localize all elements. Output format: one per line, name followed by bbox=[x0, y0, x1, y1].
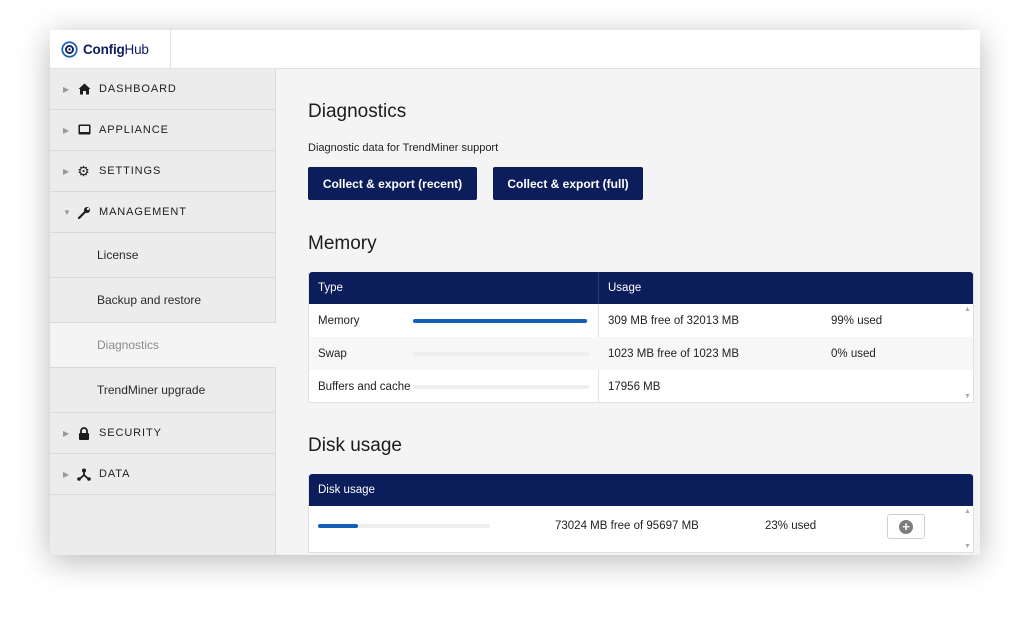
expand-button[interactable]: + bbox=[887, 514, 925, 539]
sidebar-subitem-trendminer-upgrade[interactable]: TrendMiner upgrade bbox=[50, 368, 275, 413]
lock-icon bbox=[77, 426, 91, 440]
brand-logo-link[interactable]: ConfigHub bbox=[50, 30, 171, 68]
plus-circle-icon: + bbox=[899, 519, 913, 534]
column-header-disk-usage: Disk usage bbox=[318, 484, 375, 496]
row-usage: 309 MB free of 32013 MB bbox=[608, 314, 740, 327]
diagnostics-title: Diagnostics bbox=[308, 101, 407, 122]
row-type: Memory bbox=[318, 314, 360, 327]
sidebar-item-dashboard[interactable]: ▶ DASHBOARD bbox=[50, 69, 275, 110]
disk-usage-title: Disk usage bbox=[308, 435, 402, 456]
sidebar-item-security[interactable]: ▶ SECURITY bbox=[50, 413, 275, 454]
scroll-down-icon[interactable]: ▼ bbox=[964, 393, 971, 400]
sidebar-item-label: APPLIANCE bbox=[99, 124, 169, 136]
usage-bar bbox=[413, 351, 589, 356]
row-type: Buffers and cache bbox=[318, 380, 411, 393]
sidebar-subitem-diagnostics[interactable]: Diagnostics bbox=[50, 323, 276, 368]
disk-usage-text: 73024 MB free of 95697 MB bbox=[555, 520, 699, 532]
brand-name: ConfigHub bbox=[83, 41, 149, 57]
sidebar-item-management[interactable]: ▼ MANAGEMENT bbox=[50, 192, 275, 233]
table-row: Memory 309 MB free of 32013 MB 99% used bbox=[309, 304, 973, 337]
sidebar-subitem-label: Diagnostics bbox=[97, 338, 160, 352]
disk-usage-table: Disk usage 73024 MB free of 95697 MB 23%… bbox=[308, 474, 974, 553]
caret-right-icon: ▶ bbox=[63, 428, 71, 438]
main-content: Diagnostics Diagnostic data for TrendMin… bbox=[276, 69, 980, 555]
row-percent: 99% used bbox=[831, 314, 883, 327]
collect-export-full-button[interactable]: Collect & export (full) bbox=[493, 167, 643, 200]
memory-table: Type Usage Memory 309 MB free of 32013 M… bbox=[308, 272, 974, 403]
scroll-down-icon[interactable]: ▼ bbox=[964, 543, 971, 550]
sidebar-item-appliance[interactable]: ▶ APPLIANCE bbox=[50, 110, 275, 151]
usage-bar bbox=[413, 318, 589, 323]
row-type: Swap bbox=[318, 347, 347, 360]
confighub-logo-icon bbox=[61, 40, 78, 58]
usage-bar bbox=[413, 384, 589, 389]
sidebar-subitem-label: Backup and restore bbox=[97, 293, 202, 307]
disk-usage-table-header: Disk usage bbox=[309, 474, 973, 506]
column-header-type: Type bbox=[318, 282, 343, 294]
sidebar-item-label: DATA bbox=[99, 468, 131, 480]
sidebar-item-data[interactable]: ▶ DATA bbox=[50, 454, 275, 495]
caret-down-icon: ▼ bbox=[63, 207, 72, 217]
memory-table-header: Type Usage bbox=[309, 272, 973, 304]
sidebar-subitem-label: License bbox=[97, 248, 139, 262]
row-percent: 0% used bbox=[831, 347, 876, 360]
sidebar-subitem-backup-and-restore[interactable]: Backup and restore bbox=[50, 278, 275, 323]
column-header-usage: Usage bbox=[608, 282, 642, 294]
sidebar-item-label: SECURITY bbox=[99, 427, 162, 439]
row-usage: 17956 MB bbox=[608, 380, 661, 393]
table-row: Swap 1023 MB free of 1023 MB 0% used bbox=[309, 337, 973, 370]
scroll-up-icon[interactable]: ▲ bbox=[964, 306, 971, 313]
caret-right-icon: ▶ bbox=[63, 84, 71, 94]
usage-bar-fill bbox=[413, 318, 588, 323]
sidebar-item-label: MANAGEMENT bbox=[99, 206, 187, 218]
wrench-icon bbox=[77, 205, 91, 219]
caret-right-icon: ▶ bbox=[63, 469, 71, 479]
disk-usage-bar-fill bbox=[318, 524, 358, 528]
scroll-up-icon[interactable]: ▲ bbox=[964, 508, 971, 515]
top-bar: ConfigHub bbox=[50, 30, 980, 69]
monitor-icon bbox=[77, 123, 91, 137]
sidebar-subitem-label: TrendMiner upgrade bbox=[97, 383, 206, 397]
network-icon bbox=[77, 467, 91, 481]
caret-right-icon: ▶ bbox=[63, 166, 71, 176]
disk-table-scrollbar[interactable]: ▲ ▼ bbox=[961, 506, 973, 552]
caret-right-icon: ▶ bbox=[63, 125, 71, 135]
collect-export-recent-button[interactable]: Collect & export (recent) bbox=[308, 167, 477, 200]
table-row: Buffers and cache 17956 MB bbox=[309, 370, 973, 403]
sidebar-item-label: DASHBOARD bbox=[99, 83, 177, 95]
sidebar-item-label: SETTINGS bbox=[99, 165, 162, 177]
disk-usage-bar bbox=[318, 524, 490, 528]
memory-table-scrollbar[interactable]: ▲ ▼ bbox=[961, 304, 973, 402]
sidebar: ▶ DASHBOARD ▶ APPLIANCE ▶ ⚙ SETTINGS ▼ M… bbox=[50, 69, 276, 555]
table-row: 73024 MB free of 95697 MB 23% used + bbox=[309, 506, 973, 546]
app-window: ConfigHub ▶ DASHBOARD ▶ APPLIANCE ▶ ⚙ SE… bbox=[50, 30, 980, 555]
home-icon bbox=[77, 82, 91, 96]
diagnostics-description: Diagnostic data for TrendMiner support bbox=[308, 142, 499, 154]
gear-icon: ⚙ bbox=[77, 162, 91, 179]
memory-title: Memory bbox=[308, 233, 377, 254]
row-usage: 1023 MB free of 1023 MB bbox=[608, 347, 740, 360]
disk-usage-percent: 23% used bbox=[765, 520, 817, 532]
sidebar-subitem-license[interactable]: License bbox=[50, 233, 275, 278]
sidebar-item-settings[interactable]: ▶ ⚙ SETTINGS bbox=[50, 151, 275, 192]
